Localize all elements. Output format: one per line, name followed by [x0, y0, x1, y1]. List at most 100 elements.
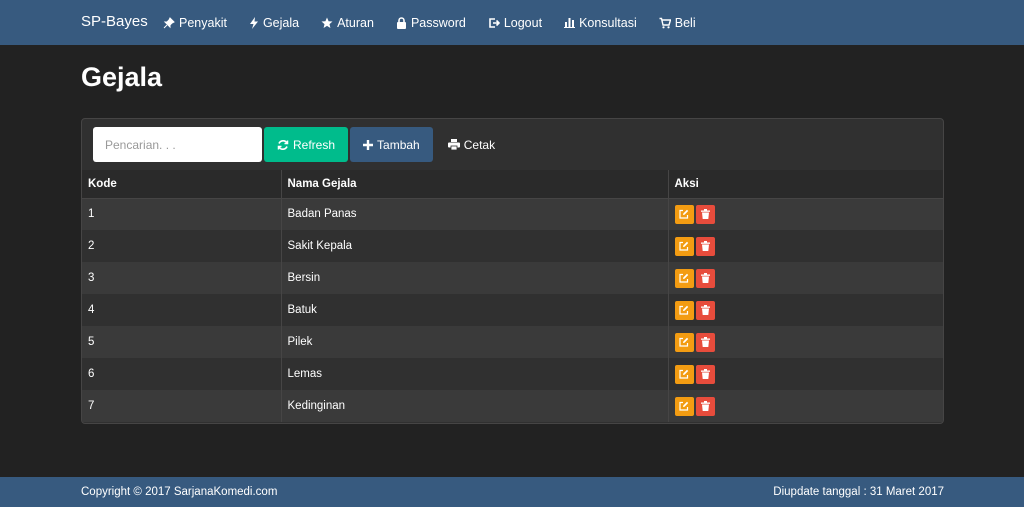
- lock-icon: [396, 16, 406, 29]
- add-label: Tambah: [377, 137, 420, 152]
- edit-button[interactable]: [674, 332, 694, 352]
- edit-icon: [679, 241, 689, 251]
- cell-aksi: [667, 390, 943, 422]
- edit-icon: [679, 369, 689, 379]
- table-row: 2 Sakit Kepala: [82, 230, 943, 262]
- cell-kode: 5: [82, 326, 281, 358]
- logout-icon: [489, 17, 500, 28]
- cell-aksi: [667, 358, 943, 390]
- search-input[interactable]: [93, 127, 262, 162]
- nav-item-password[interactable]: Password: [396, 16, 466, 30]
- edit-button[interactable]: [674, 236, 694, 256]
- print-button[interactable]: Cetak: [435, 127, 508, 162]
- flash-icon: [249, 16, 258, 29]
- edit-icon: [679, 210, 689, 219]
- cell-kode: 4: [82, 294, 281, 326]
- nav-item-label: Penyakit: [179, 15, 227, 30]
- cell-kode: 6: [82, 358, 281, 390]
- delete-button[interactable]: [695, 236, 715, 256]
- star-icon: [321, 17, 333, 28]
- table-row: 3 Bersin: [82, 262, 943, 294]
- trash-icon: [700, 273, 710, 283]
- delete-button[interactable]: [695, 300, 715, 320]
- cell-kode: 3: [82, 262, 281, 294]
- edit-icon: [679, 337, 689, 347]
- trash-icon: [700, 337, 710, 347]
- gejala-table: Kode Nama Gejala Aksi 1 Badan Panas 2 Sa…: [82, 170, 943, 422]
- cart-icon: [659, 17, 671, 28]
- nav-item-logout[interactable]: Logout: [488, 16, 542, 30]
- plus-icon: [363, 139, 374, 150]
- page-title: Gejala: [81, 62, 163, 92]
- refresh-icon: [277, 139, 289, 150]
- cell-kode: 1: [82, 198, 281, 230]
- table-row: 6 Lemas: [82, 358, 943, 390]
- cell-aksi: [667, 294, 943, 326]
- cell-aksi: [667, 198, 943, 230]
- table-row: 5 Pilek: [82, 326, 943, 358]
- column-header-kode: Kode: [82, 170, 281, 199]
- column-header-nama: Nama Gejala: [280, 170, 668, 199]
- bar-chart-icon: [564, 18, 576, 28]
- table-row: 1 Badan Panas: [82, 198, 943, 230]
- refresh-button[interactable]: Refresh: [264, 127, 349, 162]
- nav-item-label: Password: [410, 15, 466, 30]
- trash-icon: [700, 401, 710, 411]
- footer-updated: Diupdate tanggal : 31 Maret 2017: [773, 486, 944, 498]
- cell-nama: Badan Panas: [280, 198, 668, 230]
- cell-nama: Sakit Kepala: [280, 230, 668, 262]
- edit-button[interactable]: [674, 364, 694, 384]
- nav-item-beli[interactable]: Beli: [659, 16, 696, 30]
- trash-icon: [700, 369, 710, 379]
- refresh-label: Refresh: [293, 137, 336, 152]
- edit-button[interactable]: [674, 204, 694, 224]
- nav-item-label: Aturan: [337, 15, 374, 30]
- edit-icon: [679, 305, 689, 315]
- print-icon: [447, 139, 460, 150]
- toolbar: Refresh Tambah Cetak: [93, 127, 508, 162]
- table-header-row: Kode Nama Gejala Aksi: [82, 170, 943, 199]
- trash-icon: [700, 209, 710, 220]
- add-button[interactable]: Tambah: [350, 127, 433, 162]
- trash-icon: [700, 305, 710, 315]
- trash-icon: [700, 241, 710, 251]
- cell-nama: Lemas: [280, 358, 668, 390]
- cell-nama: Kedinginan: [280, 390, 668, 422]
- table-row: 7 Kedinginan: [82, 390, 943, 422]
- nav-item-label: Logout: [503, 15, 543, 30]
- nav-item-gejala[interactable]: Gejala: [249, 16, 299, 30]
- nav-item-label: Konsultasi: [579, 15, 637, 30]
- cell-aksi: [667, 262, 943, 294]
- delete-button[interactable]: [695, 204, 715, 224]
- cell-nama: Pilek: [280, 326, 668, 358]
- delete-button[interactable]: [695, 364, 715, 384]
- brand-link[interactable]: SP-Bayes: [81, 0, 148, 45]
- nav-item-label: Gejala: [262, 15, 300, 30]
- cell-aksi: [667, 230, 943, 262]
- nav-item-konsultasi[interactable]: Konsultasi: [564, 16, 637, 30]
- cell-kode: 7: [82, 390, 281, 422]
- nav-item-aturan[interactable]: Aturan: [321, 16, 374, 30]
- delete-button[interactable]: [695, 332, 715, 352]
- table-row: 4 Batuk: [82, 294, 943, 326]
- footer-copyright: Copyright © 2017 SarjanaKomedi.com: [81, 486, 278, 498]
- cell-aksi: [667, 326, 943, 358]
- nav-item-label: Beli: [674, 15, 696, 30]
- delete-button[interactable]: [695, 268, 715, 288]
- gejala-panel: Refresh Tambah Cetak Kode Nama Gejala Ak…: [81, 118, 944, 424]
- nav-menu: Penyakit Gejala Aturan Password Logout K…: [163, 0, 718, 45]
- navbar: SP-Bayes Penyakit Gejala Aturan Password…: [0, 0, 1024, 45]
- edit-button[interactable]: [674, 396, 694, 416]
- edit-icon: [679, 401, 689, 411]
- edit-button[interactable]: [674, 300, 694, 320]
- edit-button[interactable]: [674, 268, 694, 288]
- print-label: Cetak: [463, 137, 496, 152]
- footer: Copyright © 2017 SarjanaKomedi.com Diupd…: [0, 477, 1024, 507]
- pushpin-icon: [163, 16, 175, 28]
- cell-nama: Bersin: [280, 262, 668, 294]
- cell-nama: Batuk: [280, 294, 668, 326]
- column-header-aksi: Aksi: [667, 170, 943, 199]
- cell-kode: 2: [82, 230, 281, 262]
- delete-button[interactable]: [695, 396, 715, 416]
- nav-item-penyakit[interactable]: Penyakit: [163, 16, 227, 30]
